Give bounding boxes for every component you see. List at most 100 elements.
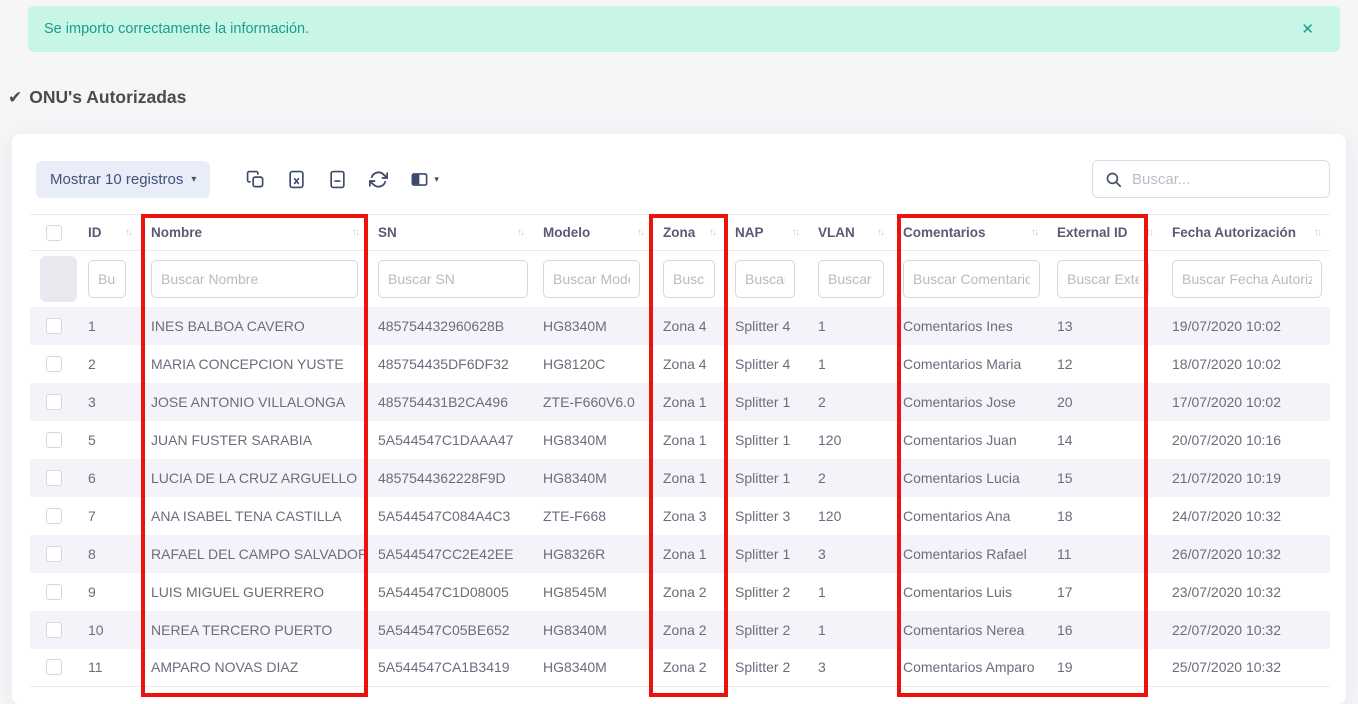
cell-nombre: LUCIA DE LA CRUZ ARGUELLO [141, 459, 368, 497]
cell-select [30, 345, 78, 383]
export-file-icon [328, 170, 347, 189]
filter-modelo-input[interactable] [543, 260, 640, 298]
cell-vlan: 2 [808, 459, 893, 497]
success-alert: Se importo correctamente la información.… [28, 6, 1340, 52]
column-header-nombre[interactable]: Nombre↑↓ [141, 215, 368, 251]
select-all-checkbox[interactable] [46, 225, 62, 241]
column-header-comentarios[interactable]: Comentarios↑↓ [893, 215, 1047, 251]
column-label: Fecha Autorización [1172, 225, 1296, 240]
column-header-external_id[interactable]: External ID↑↓ [1047, 215, 1162, 251]
column-header-modelo[interactable]: Modelo↑↓ [533, 215, 653, 251]
row-checkbox[interactable] [46, 394, 62, 410]
row-checkbox[interactable] [46, 659, 62, 675]
cell-external_id: 11 [1047, 535, 1162, 573]
cell-select [30, 611, 78, 649]
table-row: 2MARIA CONCEPCION YUSTE485754435DF6DF32H… [30, 345, 1330, 383]
cell-nombre: ANA ISABEL TENA CASTILLA [141, 497, 368, 535]
filter-external_id-input[interactable] [1057, 260, 1149, 298]
filter-cell-modelo [533, 251, 653, 307]
cell-fecha_autorizacion: 24/07/2020 10:32 [1162, 497, 1330, 535]
cell-vlan: 120 [808, 497, 893, 535]
cell-sn: 485754435DF6DF32 [368, 345, 533, 383]
column-header-zona[interactable]: Zona↑↓ [653, 215, 725, 251]
row-checkbox[interactable] [46, 546, 62, 562]
filter-zona-input[interactable] [663, 260, 715, 298]
show-entries-dropdown[interactable]: Mostrar 10 registros ▾ [36, 161, 210, 198]
filter-nap-input[interactable] [735, 260, 795, 298]
cell-zona: Zona 3 [653, 497, 725, 535]
row-checkbox[interactable] [46, 432, 62, 448]
column-label: ID [88, 225, 102, 240]
filter-comentarios-input[interactable] [903, 260, 1040, 298]
sort-icon: ↑↓ [792, 227, 798, 238]
filter-nombre-input[interactable] [151, 260, 358, 298]
column-header-vlan[interactable]: VLAN↑↓ [808, 215, 893, 251]
row-checkbox[interactable] [46, 356, 62, 372]
cell-sn: 5A544547C05BE652 [368, 611, 533, 649]
column-label: Nombre [151, 225, 202, 240]
cell-vlan: 1 [808, 307, 893, 345]
refresh-icon [369, 170, 388, 189]
cell-id: 1 [78, 307, 141, 345]
export-excel-button[interactable] [287, 170, 306, 189]
refresh-button[interactable] [369, 170, 388, 189]
filter-id-input[interactable] [88, 260, 126, 298]
table-row: 7ANA ISABEL TENA CASTILLA5A544547C084A4C… [30, 497, 1330, 535]
row-checkbox[interactable] [46, 584, 62, 600]
search-input[interactable] [1132, 171, 1317, 188]
cell-vlan: 1 [808, 345, 893, 383]
cell-external_id: 20 [1047, 383, 1162, 421]
cell-comentarios: Comentarios Ana [893, 497, 1047, 535]
filter-sn-input[interactable] [378, 260, 528, 298]
alert-close-button[interactable]: ✕ [1301, 6, 1314, 52]
cell-nap: Splitter 1 [725, 459, 808, 497]
row-checkbox[interactable] [46, 470, 62, 486]
cell-nap: Splitter 4 [725, 345, 808, 383]
column-header-select [30, 215, 78, 251]
row-checkbox[interactable] [46, 318, 62, 334]
filter-cell-nap [725, 251, 808, 307]
copy-button[interactable] [246, 170, 265, 189]
global-search [1092, 160, 1330, 198]
row-checkbox[interactable] [46, 622, 62, 638]
export-file-button[interactable] [328, 170, 347, 189]
row-checkbox[interactable] [46, 508, 62, 524]
column-visibility-button[interactable]: ▾ [410, 170, 439, 189]
cell-select [30, 649, 78, 687]
column-label: SN [378, 225, 397, 240]
cell-vlan: 1 [808, 573, 893, 611]
cell-external_id: 15 [1047, 459, 1162, 497]
cell-fecha_autorizacion: 23/07/2020 10:32 [1162, 573, 1330, 611]
cell-fecha_autorizacion: 18/07/2020 10:02 [1162, 345, 1330, 383]
column-header-id[interactable]: ID↑↓ [78, 215, 141, 251]
cell-comentarios: Comentarios Ines [893, 307, 1047, 345]
column-label: Zona [663, 225, 695, 240]
cell-nap: Splitter 2 [725, 611, 808, 649]
columns-visibility-icon [410, 170, 429, 189]
cell-external_id: 12 [1047, 345, 1162, 383]
filter-vlan-input[interactable] [818, 260, 884, 298]
table-toolbar: Mostrar 10 registros ▾ [36, 160, 1330, 198]
cell-nombre: LUIS MIGUEL GUERRERO [141, 573, 368, 611]
cell-comentarios: Comentarios Jose [893, 383, 1047, 421]
page-title-text: ONU's Autorizadas [29, 87, 186, 108]
column-header-sn[interactable]: SN↑↓ [368, 215, 533, 251]
cell-sn: 5A544547C1DAAA47 [368, 421, 533, 459]
cell-select [30, 459, 78, 497]
filter-fecha_autorizacion-input[interactable] [1172, 260, 1322, 298]
cell-zona: Zona 4 [653, 307, 725, 345]
cell-sn: 5A544547CC2E42EE [368, 535, 533, 573]
column-label: External ID [1057, 225, 1128, 240]
cell-external_id: 13 [1047, 307, 1162, 345]
cell-modelo: HG8120C [533, 345, 653, 383]
cell-nap: Splitter 2 [725, 649, 808, 687]
cell-nombre: JOSE ANTONIO VILLALONGA [141, 383, 368, 421]
filter-cell-select [30, 251, 78, 307]
column-header-fecha_autorizacion[interactable]: Fecha Autorización↑↓ [1162, 215, 1330, 251]
table-row: 11AMPARO NOVAS DIAZ5A544547CA1B3419HG834… [30, 649, 1330, 687]
column-header-nap[interactable]: NAP↑↓ [725, 215, 808, 251]
cell-fecha_autorizacion: 21/07/2020 10:19 [1162, 459, 1330, 497]
cell-select [30, 421, 78, 459]
cell-zona: Zona 1 [653, 421, 725, 459]
cell-external_id: 14 [1047, 421, 1162, 459]
